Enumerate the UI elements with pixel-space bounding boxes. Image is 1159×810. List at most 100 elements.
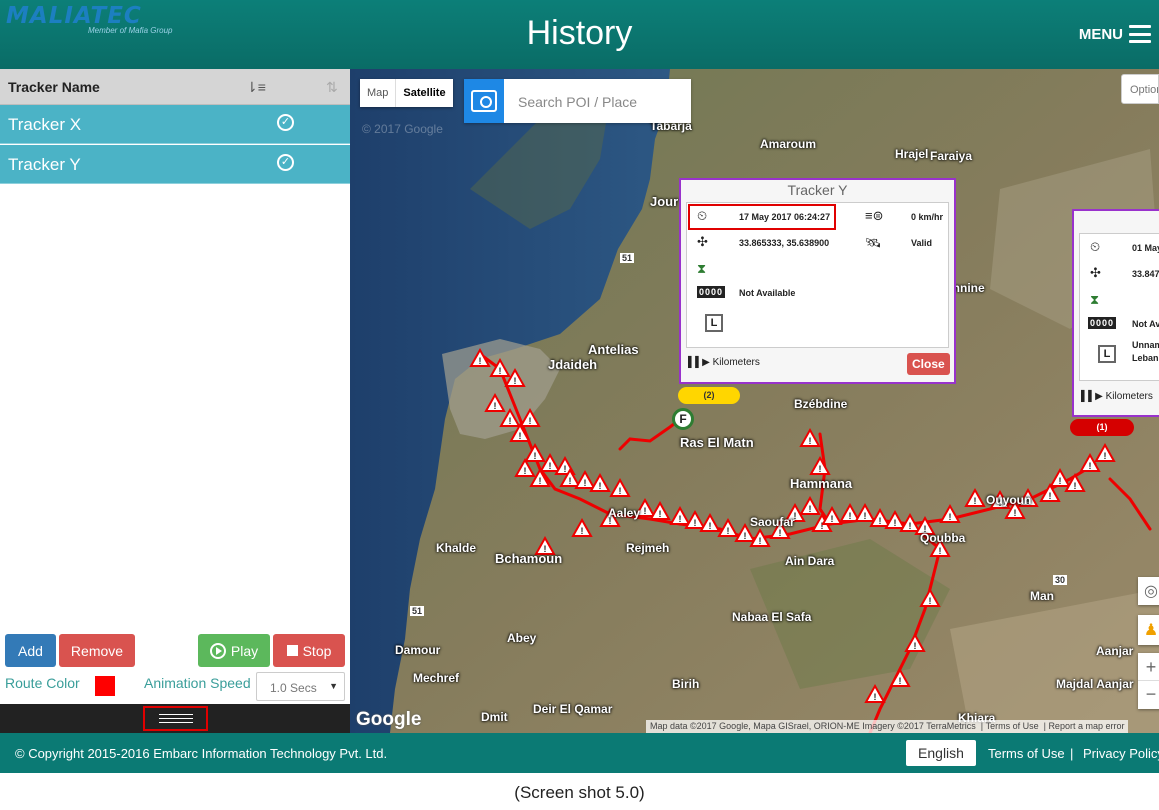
place-label: Hrajel: [895, 147, 929, 161]
map-type-map-button[interactable]: Map: [360, 79, 397, 107]
footer-separator: |: [1070, 746, 1074, 761]
tracker-sidebar: Tracker Name ⇂≡ ⇅ Tracker X ✓ Tracker Y …: [0, 69, 350, 733]
warning-exclamation-icon: !: [564, 464, 567, 474]
warning-exclamation-icon: !: [569, 476, 572, 486]
copyright-text: © Copyright 2015-2016 Embarc Information…: [15, 746, 388, 761]
road-number: 30: [1053, 575, 1068, 585]
place-label: Qoubba: [920, 531, 966, 545]
pegman-icon[interactable]: ♟: [1138, 615, 1159, 645]
satellite-icon: 🛰: [865, 235, 882, 250]
warning-exclamation-icon: !: [694, 518, 697, 528]
place-label: Dmit: [481, 710, 508, 724]
bottom-drawer: [0, 704, 350, 733]
sort-toggle-icon[interactable]: ⇅: [326, 79, 338, 96]
odometer-icon: 0000: [1088, 317, 1117, 329]
check-circle-icon[interactable]: ✓: [277, 154, 294, 171]
map-terms-link[interactable]: Terms of Use: [986, 721, 1039, 731]
warning-exclamation-icon: !: [879, 516, 882, 526]
warning-exclamation-icon: !: [549, 461, 552, 471]
warning-exclamation-icon: !: [619, 486, 622, 496]
play-button[interactable]: Play: [198, 634, 270, 667]
route-label-marker[interactable]: (1): [1070, 419, 1134, 436]
animation-speed-select[interactable]: 1.0 Secs ▼: [256, 672, 345, 701]
route-label-marker[interactable]: (2): [678, 387, 740, 404]
place-label: Ouyoun: [986, 493, 1032, 507]
poi-search-input[interactable]: Search POI / Place: [504, 79, 637, 123]
place-label: Jour: [650, 194, 679, 209]
check-circle-icon[interactable]: ✓: [277, 114, 294, 131]
menu-button[interactable]: MENU: [1079, 25, 1151, 43]
tracker-row-x[interactable]: Tracker X ✓: [0, 105, 350, 144]
tracker-row-y[interactable]: Tracker Y ✓: [0, 145, 350, 184]
tracker-list-header: Tracker Name ⇂≡ ⇅: [0, 69, 350, 105]
zoom-out-button[interactable]: −: [1138, 681, 1159, 709]
finish-marker[interactable]: F: [672, 408, 694, 430]
warning-exclamation-icon: !: [519, 431, 522, 441]
poi-locator-icon[interactable]: [464, 79, 504, 123]
warning-exclamation-icon: !: [539, 476, 542, 486]
place-label: Man: [1030, 589, 1054, 603]
tracker-name: Tracker Y: [8, 155, 81, 174]
stop-icon: [286, 645, 298, 656]
popup-title: Tracker Y: [787, 182, 848, 198]
hamburger-icon: [1129, 25, 1151, 43]
zoom-in-button[interactable]: +: [1138, 653, 1159, 681]
play-label: Play: [230, 642, 259, 659]
place-label: Hammana: [790, 476, 853, 491]
sort-desc-icon[interactable]: ⇂≡: [246, 79, 266, 96]
place-label: Ain Dara: [785, 554, 835, 568]
warning-exclamation-icon: !: [679, 514, 682, 524]
options-dropdown[interactable]: Options: [1121, 74, 1159, 104]
language-selector[interactable]: English: [906, 740, 976, 766]
warning-exclamation-icon: !: [909, 521, 912, 531]
route-color-swatch[interactable]: [95, 676, 115, 696]
warning-exclamation-icon: !: [709, 521, 712, 531]
place-label: Antelias: [588, 342, 639, 357]
page-title: History: [526, 14, 633, 52]
popup-coords: 33.865333, 35.638900: [739, 238, 830, 248]
warning-exclamation-icon: !: [894, 518, 897, 528]
warning-exclamation-icon: !: [644, 506, 647, 516]
units-label: ▌▌▶ Kilometers: [688, 357, 760, 368]
hourglass-icon: ⧗: [1090, 292, 1100, 307]
stop-button[interactable]: Stop: [273, 634, 345, 667]
privacy-policy-link[interactable]: Privacy Policy: [1083, 746, 1159, 761]
report-map-error-link[interactable]: Report a map error: [1048, 721, 1124, 731]
warning-exclamation-icon: !: [779, 528, 782, 538]
popup-close-button[interactable]: Close: [907, 353, 950, 375]
popup-odometer: Not Available: [739, 288, 796, 298]
warning-exclamation-icon: !: [831, 514, 834, 524]
map-view[interactable]: !!!!!!!!!!!!!!!!!!!!!!!!!!!!!!!!!!!!!!!!…: [350, 69, 1159, 733]
add-button[interactable]: Add: [5, 634, 56, 667]
road-number: 51: [620, 253, 635, 263]
warning-exclamation-icon: !: [514, 376, 517, 386]
warning-exclamation-icon: !: [524, 466, 527, 476]
place-label: Amaroum: [760, 137, 817, 151]
place-label: Bzébdine: [794, 397, 848, 411]
units-text: Kilometers: [712, 357, 760, 368]
animation-speed-value: 1.0 Secs: [270, 681, 317, 695]
attribution-text: Map data ©2017 Google, Mapa GISrael, ORI…: [650, 721, 976, 731]
place-label: Aaley: [608, 506, 641, 520]
map-attribution: Map data ©2017 Google, Mapa GISrael, ORI…: [646, 720, 1129, 733]
popup-datetime: 17 May 2017 06:24:27: [739, 212, 831, 222]
speed-icon: ≡⊜: [865, 208, 884, 223]
place-label: Majdal Aanjar: [1056, 677, 1134, 691]
drawer-toggle-button[interactable]: [143, 706, 208, 731]
remove-button[interactable]: Remove: [59, 634, 135, 667]
warning-exclamation-icon: !: [809, 436, 812, 446]
screenshot-caption: (Screen shot 5.0): [514, 783, 645, 802]
place-label: Rejmeh: [626, 541, 670, 555]
place-label: Faraiya: [930, 149, 973, 163]
place-label: Nabaa El Safa: [732, 610, 812, 624]
warning-exclamation-icon: !: [659, 509, 662, 519]
place-label: Mechref: [413, 671, 460, 685]
place-label: Ras El Matn: [680, 435, 754, 450]
map-watermark: © 2017 Google: [362, 122, 443, 136]
my-location-icon[interactable]: ◎: [1138, 577, 1159, 605]
terms-of-use-link[interactable]: Terms of Use: [988, 746, 1065, 761]
place-label: Bchamoun: [495, 551, 563, 566]
units-text: Kilometers: [1105, 391, 1153, 402]
map-type-satellite-button[interactable]: Satellite: [396, 79, 452, 107]
tracker-x-info-popup: ⏲ 01 May ✣ 33.847 ⧗ 0000 Not Av L Unnam …: [1072, 209, 1159, 417]
